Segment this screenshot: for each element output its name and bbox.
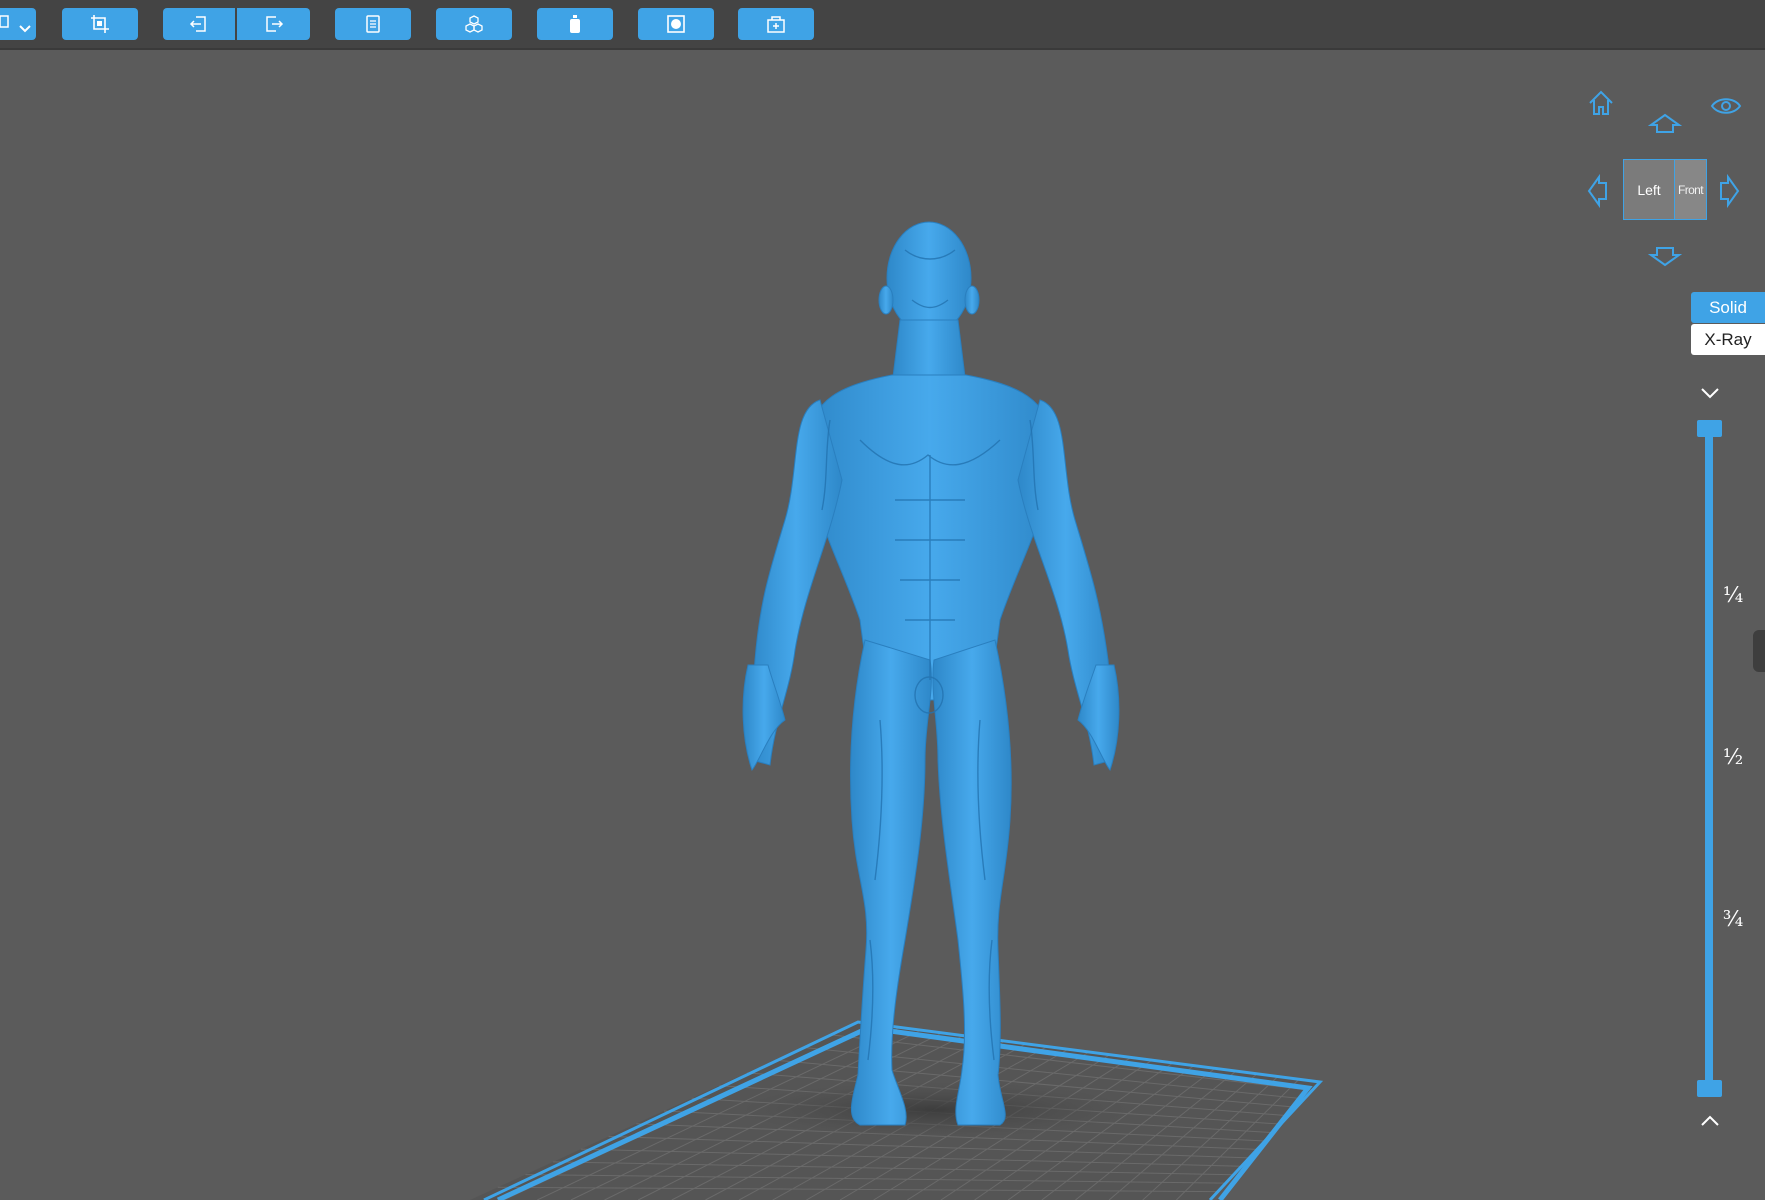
rotate-up-icon[interactable] — [1648, 112, 1682, 136]
model-shadow — [740, 1082, 1130, 1138]
rotate-down-icon[interactable] — [1648, 244, 1682, 268]
hollow-button[interactable] — [638, 8, 714, 40]
rotate-left-icon[interactable] — [1586, 174, 1610, 208]
view-cube[interactable]: Left Front — [1623, 159, 1707, 220]
file-menu-button[interactable] — [0, 8, 36, 40]
rotate-right-icon[interactable] — [1717, 174, 1741, 208]
add-component-button[interactable] — [738, 8, 814, 40]
slider-tick-three-quarter: ¾ — [1722, 907, 1744, 931]
slice-list-button[interactable] — [335, 8, 411, 40]
file-dropdown-icon — [0, 15, 31, 33]
slider-tick-half: ½ — [1722, 745, 1744, 769]
app-window: Left Front Solid X-Ray ¼ ½ ¾ — [0, 0, 1765, 1200]
resin-button[interactable] — [537, 8, 613, 40]
top-toolbar — [0, 0, 1765, 50]
supports-button[interactable] — [436, 8, 512, 40]
layer-slider-top-handle[interactable] — [1697, 420, 1722, 437]
human-muscle-model[interactable] — [742, 221, 1120, 1126]
side-panel-tab[interactable] — [1753, 630, 1765, 672]
auto-layout-button[interactable] — [62, 8, 138, 40]
chevron-down-icon[interactable] — [1698, 384, 1722, 402]
chevron-up-icon[interactable] — [1698, 1112, 1722, 1130]
layer-slider-track[interactable] — [1705, 428, 1713, 1088]
view-cube-front-face[interactable]: Front — [1675, 160, 1706, 219]
slider-tick-quarter: ¼ — [1722, 583, 1744, 607]
3d-viewport[interactable] — [0, 50, 1765, 1200]
import-icon — [189, 16, 206, 32]
crop-layout-icon — [91, 15, 109, 33]
export-icon — [265, 16, 283, 32]
document-list-icon — [366, 15, 380, 33]
layer-slider-bottom-handle[interactable] — [1697, 1080, 1722, 1097]
home-view-icon[interactable] — [1586, 88, 1616, 118]
scene-canvas[interactable] — [0, 50, 1765, 1200]
solid-mode-button[interactable]: Solid — [1691, 292, 1765, 323]
xray-mode-button[interactable]: X-Ray — [1691, 324, 1765, 355]
bottle-icon — [570, 15, 580, 33]
eye-icon[interactable] — [1710, 94, 1742, 118]
square-hole-icon — [667, 15, 685, 33]
export-button[interactable] — [237, 8, 310, 40]
cubes-icon — [465, 15, 483, 33]
import-button[interactable] — [163, 8, 235, 40]
box-plus-icon — [767, 16, 785, 33]
view-cube-left-face[interactable]: Left — [1624, 160, 1675, 219]
